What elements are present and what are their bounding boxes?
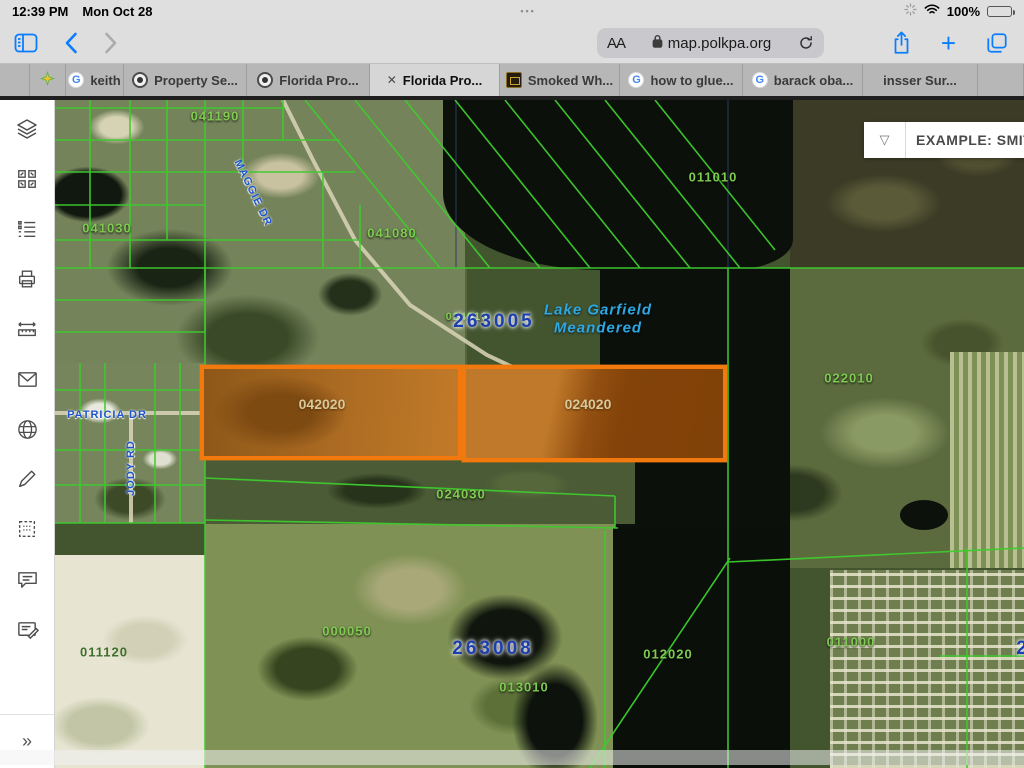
gold-favicon [506,72,522,88]
comments-icon[interactable] [2,554,52,604]
safari-toolbar: AA map.polkpa.org + [0,22,1024,64]
section-label-partial: 2 [1016,638,1024,660]
road-label: PATRICIA DR [67,409,147,421]
section-label: 263005 [453,311,534,333]
tab-title: insser Sur... [883,73,957,88]
tab-insser[interactable]: insser Sur... [863,64,978,96]
tab-stub [0,64,30,96]
tab-overview-button[interactable] [986,32,1008,54]
google-favicon: G [68,72,84,88]
parcel-label: 011000 [827,635,876,650]
lock-icon [652,34,663,52]
highlighted-parcel-label: 024020 [565,396,612,412]
tab-smoked[interactable]: Smoked Wh... [500,64,620,96]
tab-untitled[interactable] [30,64,66,96]
reader-options-button[interactable]: AA [607,35,625,52]
parcel-label: 041190 [191,109,240,124]
tab-florida-pro-active[interactable]: ✕ Florida Pro... [370,64,500,96]
legend-icon[interactable] [2,204,52,254]
selected-parcel-042020[interactable] [200,365,462,460]
tab-title: Florida Pro... [403,73,482,88]
tab-title: Florida Pro... [279,73,358,88]
back-button[interactable] [64,32,78,54]
tab-keith[interactable]: G keith [66,64,124,96]
parcel-label: 011120 [80,645,128,660]
google-favicon: G [752,72,768,88]
wifi-icon [924,4,940,19]
parcel-label: 012020 [643,647,692,662]
section-label: 263008 [452,638,533,660]
lake-name-label: Meandered [554,320,642,337]
print-icon[interactable] [2,254,52,304]
parcel-label: 041080 [367,226,416,241]
tab-title: Smoked Wh... [528,73,613,88]
google-favicon: G [628,72,644,88]
tab-bar: G keith Property Se... Florida Pro... ✕ … [0,64,1024,100]
select-area-icon[interactable] [2,504,52,554]
polkpa-favicon [132,72,148,88]
clock: 12:39 PM [12,4,68,19]
multitask-dots-icon: ••• [520,6,535,16]
map-tool-sidebar: » [0,100,55,768]
edit-form-icon[interactable] [2,604,52,654]
address-bar[interactable]: AA map.polkpa.org [597,28,824,58]
parcel-label: 022010 [824,371,873,386]
home-indicator-area [0,750,1024,765]
search-input[interactable] [906,122,1024,158]
battery-icon [987,6,1012,17]
parcel-label: 013010 [499,680,548,695]
tab-how-to-glue[interactable]: G how to glue... [620,64,743,96]
tab-property-search[interactable]: Property Se... [124,64,247,96]
close-tab-icon[interactable]: ✕ [387,73,397,87]
parcel-label: 000050 [322,624,371,639]
globe-icon[interactable] [2,404,52,454]
tab-title: barack oba... [774,73,853,88]
share-button[interactable] [892,31,911,55]
map-search-box: ▽ [864,122,1024,158]
parcel-label: 041030 [82,221,131,236]
url-text: map.polkpa.org [668,35,771,52]
sidebar-toggle-button[interactable] [14,33,38,53]
parcel-map-canvas[interactable]: 041190 011010 041030 041080 024010 26300… [55,100,1024,768]
activity-spinner-icon [904,3,917,19]
tab-title: keith [90,73,120,88]
reload-button[interactable] [798,35,814,51]
star-favicon [40,71,55,89]
search-dropdown-button[interactable]: ▽ [864,122,906,158]
draw-icon[interactable] [2,454,52,504]
date: Mon Oct 28 [82,4,152,19]
forward-button[interactable] [104,32,118,54]
highlighted-parcel-label: 042020 [299,396,346,412]
tab-florida-pro-1[interactable]: Florida Pro... [247,64,370,96]
lake-name-label: Lake Garfield [544,302,652,319]
polkpa-favicon [257,72,273,88]
layers-icon[interactable] [2,104,52,154]
status-bar: 12:39 PM Mon Oct 28 ••• 100% [0,0,1024,22]
parcel-label: 011010 [689,170,738,185]
road-label: JODY RD [125,440,137,496]
parcel-label: 024030 [436,487,485,502]
selected-parcel-024020[interactable] [462,365,727,462]
viewports-icon[interactable] [2,154,52,204]
tab-title: Property Se... [154,73,238,88]
mail-icon[interactable] [2,354,52,404]
new-tab-button[interactable]: + [941,30,956,56]
measure-icon[interactable] [2,304,52,354]
battery-percent: 100% [947,4,980,19]
tab-bar-filler [978,64,1024,96]
tab-barack[interactable]: G barack oba... [743,64,863,96]
tab-title: how to glue... [650,73,733,88]
